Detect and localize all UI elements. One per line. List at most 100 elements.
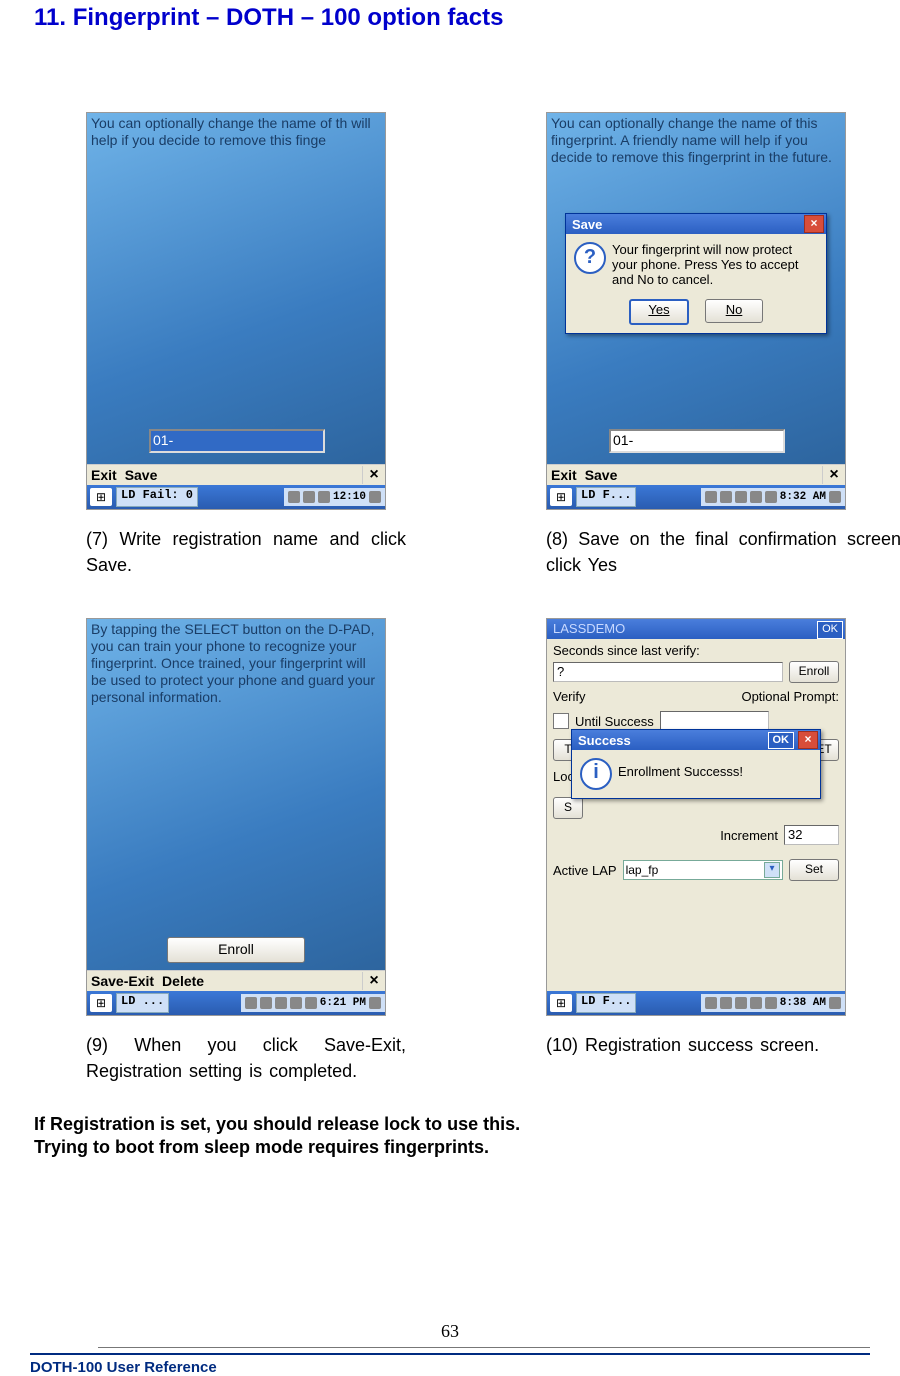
taskbar: ⊞ LD ... 6:21 PM (87, 991, 385, 1015)
caption-9: (9) When you click Save-Exit, Registrati… (86, 1032, 406, 1084)
tray-icon (735, 491, 747, 503)
note-line-2: Trying to boot from sleep mode requires … (34, 1137, 870, 1158)
tray-icon (275, 997, 287, 1009)
instruction-text: You can optionally change the name of th… (551, 113, 841, 166)
seconds-input[interactable]: ? (553, 662, 783, 682)
yes-button[interactable]: Yes (629, 299, 689, 325)
tray-icon (290, 997, 302, 1009)
clock: 8:38 AM (780, 997, 826, 1009)
save-dialog: Save × ? Your fingerprint will now prote… (565, 213, 827, 334)
clock: 12:10 (333, 491, 366, 503)
clock: 8:32 AM (780, 491, 826, 503)
section-title: 11. Fingerprint – DOTH – 100 option fact… (30, 0, 870, 32)
close-icon[interactable]: × (798, 731, 818, 749)
tray-icon (305, 997, 317, 1009)
tray-icon (369, 491, 381, 503)
optional-prompt-label: Optional Prompt: (741, 689, 839, 704)
s-button[interactable]: S (553, 797, 583, 819)
tray-icon (765, 491, 777, 503)
window-titlebar: LASSDEMO OK (547, 619, 845, 639)
tray-icon (705, 491, 717, 503)
dialog-titlebar: Success OK × (572, 730, 820, 750)
tray-icon (720, 491, 732, 503)
prompt-input[interactable] (660, 711, 770, 731)
close-icon[interactable]: × (804, 215, 824, 233)
seconds-label: Seconds since last verify: (553, 643, 700, 658)
screenshot-9: By tapping the SELECT button on the D-PA… (86, 618, 386, 1016)
tray-icon (765, 997, 777, 1009)
clock: 6:21 PM (320, 997, 366, 1009)
dialog-titlebar: Save × (566, 214, 826, 234)
menu-exit[interactable]: Exit (551, 467, 577, 483)
dialog-body: Enrollment Successs! (618, 758, 743, 779)
start-icon[interactable]: ⊞ (90, 488, 112, 506)
start-icon[interactable]: ⊞ (550, 994, 572, 1012)
close-icon[interactable]: × (362, 466, 385, 484)
instruction-text: By tapping the SELECT button on the D-PA… (91, 619, 381, 706)
name-input[interactable]: 01- (609, 429, 785, 453)
lap-select[interactable]: lap_fp ▾ (623, 860, 783, 880)
tray-icon (720, 997, 732, 1009)
screenshot-8: You can optionally change the name of th… (546, 112, 846, 510)
until-success-checkbox[interactable] (553, 713, 569, 729)
screenshot-10: LASSDEMO OK Seconds since last verify: ?… (546, 618, 846, 1016)
ok-button[interactable]: OK (817, 621, 843, 639)
system-tray: 8:38 AM (701, 994, 845, 1012)
no-button[interactable]: No (705, 299, 763, 323)
system-tray: 6:21 PM (241, 994, 385, 1012)
footer-divider (98, 1347, 870, 1348)
tray-icon (750, 491, 762, 503)
task-button[interactable]: LD F... (576, 487, 636, 507)
dialog-title: Success (578, 733, 631, 748)
tray-icon (829, 491, 841, 503)
menu-delete[interactable]: Delete (162, 973, 204, 989)
close-icon[interactable]: × (822, 466, 845, 484)
task-button[interactable]: LD ... (116, 993, 169, 1013)
menu-exit[interactable]: Exit (91, 467, 117, 483)
until-success-label: Until Success (575, 714, 654, 729)
tray-icon (750, 997, 762, 1009)
system-tray: 8:32 AM (701, 488, 845, 506)
verify-label: Verify (553, 689, 586, 704)
tray-icon (288, 491, 300, 503)
tray-icon (369, 997, 381, 1009)
task-button[interactable]: LD Fail: 0 (116, 487, 198, 507)
dialog-body: Your fingerprint will now protect your p… (612, 242, 818, 287)
menu-save[interactable]: Save (125, 467, 158, 483)
ok-button[interactable]: OK (768, 732, 795, 749)
caption-7: (7) Write registration name and click Sa… (86, 526, 406, 578)
active-lap-label: Active LAP (553, 863, 617, 878)
increment-input[interactable]: 32 (784, 825, 839, 845)
task-button[interactable]: LD F... (576, 993, 636, 1013)
start-icon[interactable]: ⊞ (550, 488, 572, 506)
tray-icon (829, 997, 841, 1009)
success-dialog: Success OK × i Enrollment Successs! (571, 729, 821, 799)
start-icon[interactable]: ⊞ (90, 994, 112, 1012)
window-title: LASSDEMO (553, 621, 625, 636)
caption-10: (10) Registration success screen. (546, 1032, 900, 1058)
set-button[interactable]: Set (789, 859, 839, 881)
taskbar: ⊞ LD Fail: 0 12:10 (87, 485, 385, 509)
enroll-button[interactable]: Enroll (167, 937, 305, 963)
dialog-title: Save (572, 217, 602, 232)
menu-save-exit[interactable]: Save-Exit (91, 973, 154, 989)
enroll-button[interactable]: Enroll (789, 661, 839, 683)
tray-icon (705, 997, 717, 1009)
tray-icon (245, 997, 257, 1009)
tray-icon (303, 491, 315, 503)
chevron-down-icon: ▾ (764, 862, 780, 878)
taskbar: ⊞ LD F... 8:32 AM (547, 485, 845, 509)
close-icon[interactable]: × (362, 972, 385, 990)
menu-save[interactable]: Save (585, 467, 618, 483)
tray-icon (735, 997, 747, 1009)
system-tray: 12:10 (284, 488, 385, 506)
page-number: 63 (0, 1321, 900, 1342)
menubar: Exit Save × (87, 464, 385, 485)
note-line-1: If Registration is set, you should relea… (34, 1114, 870, 1135)
name-input[interactable]: 01- (149, 429, 325, 453)
screenshot-7: You can optionally change the name of th… (86, 112, 386, 510)
question-icon: ? (574, 242, 606, 274)
tray-icon (260, 997, 272, 1009)
instruction-text: You can optionally change the name of th… (91, 113, 381, 149)
info-icon: i (580, 758, 612, 790)
